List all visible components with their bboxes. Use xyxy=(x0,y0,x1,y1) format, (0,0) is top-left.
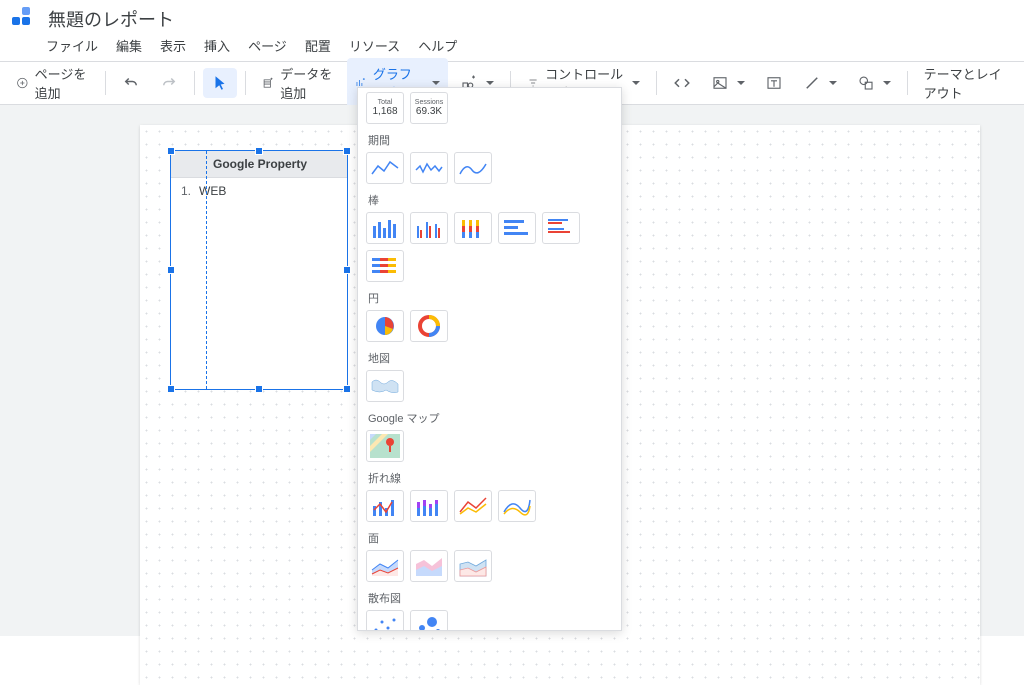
plus-circle-icon xyxy=(16,74,29,92)
chart-option-stacked-bar[interactable] xyxy=(454,212,492,244)
add-data-label: データを追加 xyxy=(280,64,335,102)
chevron-down-icon xyxy=(632,81,640,85)
section-bar: 棒 xyxy=(368,192,613,208)
image-button[interactable] xyxy=(703,68,753,98)
chart-option-sparkline[interactable] xyxy=(410,152,448,184)
section-scatter: 散布図 xyxy=(368,590,613,606)
scorecard-label: Sessions xyxy=(415,99,443,106)
chevron-down-icon xyxy=(829,81,837,85)
document-title[interactable]: 無題のレポート xyxy=(48,6,174,32)
resize-handle[interactable] xyxy=(167,385,175,393)
scorecard-value: 1,168 xyxy=(372,106,397,118)
text-button[interactable] xyxy=(757,68,791,98)
section-pie: 円 xyxy=(368,290,613,306)
redo-icon xyxy=(160,74,178,92)
resize-handle[interactable] xyxy=(255,385,263,393)
scorecard-value: 69.3K xyxy=(416,106,442,118)
table-header-cell: Google Property xyxy=(171,151,347,178)
resize-handle[interactable] xyxy=(343,385,351,393)
section-area: 面 xyxy=(368,530,613,546)
section-geomap: 地図 xyxy=(368,350,613,366)
menu-file[interactable]: ファイル xyxy=(46,36,98,55)
chart-option-line[interactable] xyxy=(454,490,492,522)
chart-option-bar[interactable] xyxy=(366,212,404,244)
chart-option-google-map[interactable] xyxy=(366,430,404,462)
scorecard-label: Total xyxy=(378,99,393,106)
menubar: ファイル 編集 表示 挿入 ページ 配置 リソース ヘルプ xyxy=(0,34,1024,61)
theme-layout-label: テーマとレイアウト xyxy=(924,64,1008,102)
shape-button[interactable] xyxy=(849,68,899,98)
add-chart-panel: Total 1,168 Sessions 69.3K 期間 棒 円 地図 Goo… xyxy=(357,87,622,631)
resize-handle[interactable] xyxy=(255,147,263,155)
toolbar-divider xyxy=(907,71,908,95)
chart-option-bubble[interactable] xyxy=(410,610,448,631)
chart-option-full-stacked-area[interactable] xyxy=(454,550,492,582)
chart-option-scorecard-compact[interactable]: Sessions 69.3K xyxy=(410,92,448,124)
column-divider[interactable] xyxy=(206,151,207,389)
line-icon xyxy=(803,74,821,92)
chart-option-stacked-combo[interactable] xyxy=(410,490,448,522)
chevron-down-icon xyxy=(883,81,891,85)
chart-option-area[interactable] xyxy=(366,550,404,582)
code-icon xyxy=(673,74,691,92)
menu-insert[interactable]: 挿入 xyxy=(204,36,230,55)
looker-studio-logo-icon xyxy=(12,7,36,31)
resize-handle[interactable] xyxy=(343,266,351,274)
redo-button[interactable] xyxy=(152,68,186,98)
chevron-down-icon xyxy=(432,81,440,85)
chart-option-grouped-bar[interactable] xyxy=(410,212,448,244)
chart-option-combo[interactable] xyxy=(366,490,404,522)
chart-option-pie[interactable] xyxy=(366,310,404,342)
select-tool-button[interactable] xyxy=(203,68,237,98)
chart-option-smooth-timeseries[interactable] xyxy=(454,152,492,184)
menu-page[interactable]: ページ xyxy=(248,36,287,55)
resize-handle[interactable] xyxy=(167,266,175,274)
embed-button[interactable] xyxy=(665,68,699,98)
chart-option-donut[interactable] xyxy=(410,310,448,342)
resize-handle[interactable] xyxy=(343,147,351,155)
section-time-series: 期間 xyxy=(368,132,613,148)
chevron-down-icon xyxy=(737,81,745,85)
cursor-icon xyxy=(211,74,229,92)
chart-option-hstacked-bar[interactable] xyxy=(366,250,404,282)
chart-option-scorecard[interactable]: Total 1,168 xyxy=(366,92,404,124)
chart-option-timeseries[interactable] xyxy=(366,152,404,184)
image-icon xyxy=(711,74,729,92)
chart-option-stacked-area[interactable] xyxy=(410,550,448,582)
section-google-map: Google マップ xyxy=(368,410,613,426)
add-page-label: ページを追加 xyxy=(35,64,90,102)
text-icon xyxy=(765,74,783,92)
add-data-button[interactable]: データを追加 xyxy=(254,58,344,108)
add-page-button[interactable]: ページを追加 xyxy=(8,58,97,108)
row-value: WEB xyxy=(199,184,226,198)
resize-handle[interactable] xyxy=(167,147,175,155)
menu-help[interactable]: ヘルプ xyxy=(418,36,457,55)
undo-icon xyxy=(122,74,140,92)
toolbar-divider xyxy=(245,71,246,95)
database-plus-icon xyxy=(262,74,275,92)
line-button[interactable] xyxy=(795,68,845,98)
table-row: 1. WEB xyxy=(171,178,347,204)
chart-option-smooth-line[interactable] xyxy=(498,490,536,522)
app-header: 無題のレポート xyxy=(0,0,1024,34)
selected-table-chart[interactable]: Google Property 1. WEB xyxy=(170,150,348,390)
toolbar-divider xyxy=(105,71,106,95)
chevron-down-icon xyxy=(486,81,494,85)
menu-layout[interactable]: 配置 xyxy=(305,36,331,55)
toolbar-divider xyxy=(194,71,195,95)
toolbar-divider xyxy=(656,71,657,95)
menu-edit[interactable]: 編集 xyxy=(116,36,142,55)
section-line: 折れ線 xyxy=(368,470,613,486)
shapes-icon xyxy=(857,74,875,92)
undo-button[interactable] xyxy=(114,68,148,98)
chart-option-hgrouped-bar[interactable] xyxy=(542,212,580,244)
row-number: 1. xyxy=(179,184,199,198)
chart-option-geomap[interactable] xyxy=(366,370,404,402)
theme-layout-button[interactable]: テーマとレイアウト xyxy=(916,58,1016,108)
chart-option-hbar[interactable] xyxy=(498,212,536,244)
menu-view[interactable]: 表示 xyxy=(160,36,186,55)
chart-option-scatter[interactable] xyxy=(366,610,404,631)
menu-resource[interactable]: リソース xyxy=(349,36,400,55)
